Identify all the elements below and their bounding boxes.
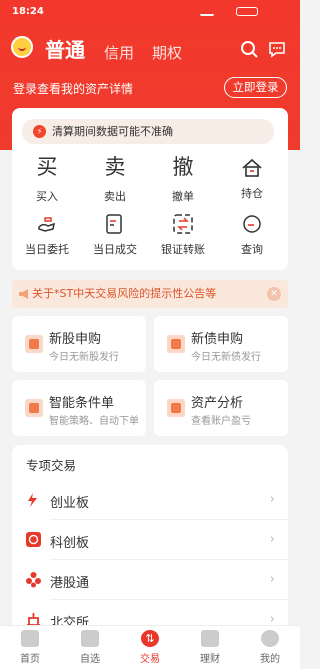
lightning-icon: ⚡ [33,125,46,138]
cancel-glyph: 撤 [172,155,194,179]
grid-today-deals[interactable]: 当日成交 [79,213,151,257]
user-icon [261,630,279,647]
row-label: 港股通 [50,576,90,591]
row-label: 创业板 [50,496,90,511]
chevron-right-icon: › [269,492,275,507]
notice-text: 清算期间数据可能不准确 [52,125,173,138]
tab-normal[interactable]: 普通 [45,34,85,63]
grid-bank-transfer[interactable]: 银证转账 [147,213,219,257]
announcement-banner[interactable]: 关于*ST中天交易风险的提示性公告等 ✕ [12,280,288,308]
card-title: 智能条件单 [49,396,115,411]
search-icon [243,215,261,233]
card-title: 新债申购 [191,332,244,347]
transfer-icon [173,214,193,234]
close-icon[interactable]: ✕ [267,287,281,301]
doc-edit-icon [106,214,122,234]
app-logo[interactable] [11,36,33,58]
order-icon [25,399,43,417]
grid-label: 查询 [241,243,263,256]
card-subtitle: 今日无新债发行 [191,352,261,363]
card-ipo[interactable]: 新股申购 今日无新股发行 [12,316,146,372]
status-time: 18:24 [12,6,44,17]
row-star-market[interactable]: 科创板 › [12,520,288,560]
grid-label: 当日委托 [25,243,69,256]
chat-icon[interactable] [268,40,286,58]
login-button[interactable]: 立即登录 [224,77,287,98]
tab-options[interactable]: 期权 [152,42,182,63]
announcement-text: 关于*ST中天交易风险的提示性公告等 [32,287,217,300]
buy-glyph: 买 [36,155,58,179]
star-board-icon [26,532,41,547]
bauhinia-icon [26,572,41,588]
notice-pill: ⚡ 清算期间数据可能不准确 [22,119,274,144]
grid-label: 买入 [36,190,58,203]
row-label: 科创板 [50,536,90,551]
chevron-right-icon: › [269,572,275,587]
grid-query[interactable]: 查询 [216,213,288,257]
card-asset-analysis[interactable]: 资产分析 查看账户盈亏 [154,380,288,436]
signal-icon [200,7,214,16]
grid-label: 撤单 [172,190,194,203]
grid-sell[interactable]: 卖 卖出 [79,154,151,204]
nav-label: 理财 [200,654,220,665]
hand-icon [38,217,55,232]
nav-label: 首页 [20,654,40,665]
card-subtitle: 今日无新股发行 [49,352,119,363]
chart-icon [167,399,185,417]
nav-label: 自选 [80,654,100,665]
ipo-icon [25,335,43,353]
bars-icon [81,630,99,647]
search-icon[interactable] [240,40,258,58]
speaker-icon [19,289,28,299]
row-hk-connect[interactable]: 港股通 › [12,560,288,600]
bag-icon [201,630,219,647]
bottom-nav: 首页 自选 交易 理财 我的 [0,625,300,669]
nav-home[interactable]: 首页 [0,630,60,665]
card-subtitle: 智能策略、自动下单 [49,416,139,427]
card-smart-order[interactable]: 智能条件单 智能策略、自动下单 [12,380,146,436]
battery-icon [236,7,258,16]
status-bar: 18:24 [0,0,300,24]
nav-mine[interactable]: 我的 [240,630,300,665]
home-icon [21,630,39,647]
tab-credit[interactable]: 信用 [104,42,134,63]
nav-watchlist[interactable]: 自选 [60,630,120,665]
house-icon [242,158,262,177]
grid-label: 持仓 [241,187,263,200]
grid-buy[interactable]: 买 买入 [11,154,83,204]
chevron-right-icon: › [269,532,275,547]
growth-board-icon [28,493,37,507]
nav-wealth[interactable]: 理财 [180,630,240,665]
grid-label: 当日成交 [93,243,137,256]
nav-label: 交易 [140,654,160,665]
grid-label: 银证转账 [161,243,205,256]
special-trading-list: 专项交易 创业板 › 科创板 › 港股通 › 北交所 › [12,445,288,635]
row-chinext[interactable]: 创业板 › [12,480,288,520]
card-title: 新股申购 [49,332,102,347]
nav-trade[interactable]: 交易 [120,630,180,665]
yen-icon [167,335,185,353]
login-prompt: 登录查看我的资产详情 [13,82,134,96]
trade-icon [141,630,159,647]
card-bond[interactable]: 新债申购 今日无新债发行 [154,316,288,372]
grid-label: 卖出 [104,190,126,203]
grid-holdings[interactable]: 持仓 [216,154,288,201]
card-subtitle: 查看账户盈亏 [191,416,251,427]
grid-today-orders[interactable]: 当日委托 [11,213,83,257]
sell-glyph: 卖 [104,155,126,179]
nav-label: 我的 [260,654,280,665]
grid-cancel[interactable]: 撤 撤单 [147,154,219,204]
card-title: 资产分析 [191,396,244,411]
section-title: 专项交易 [26,458,77,473]
